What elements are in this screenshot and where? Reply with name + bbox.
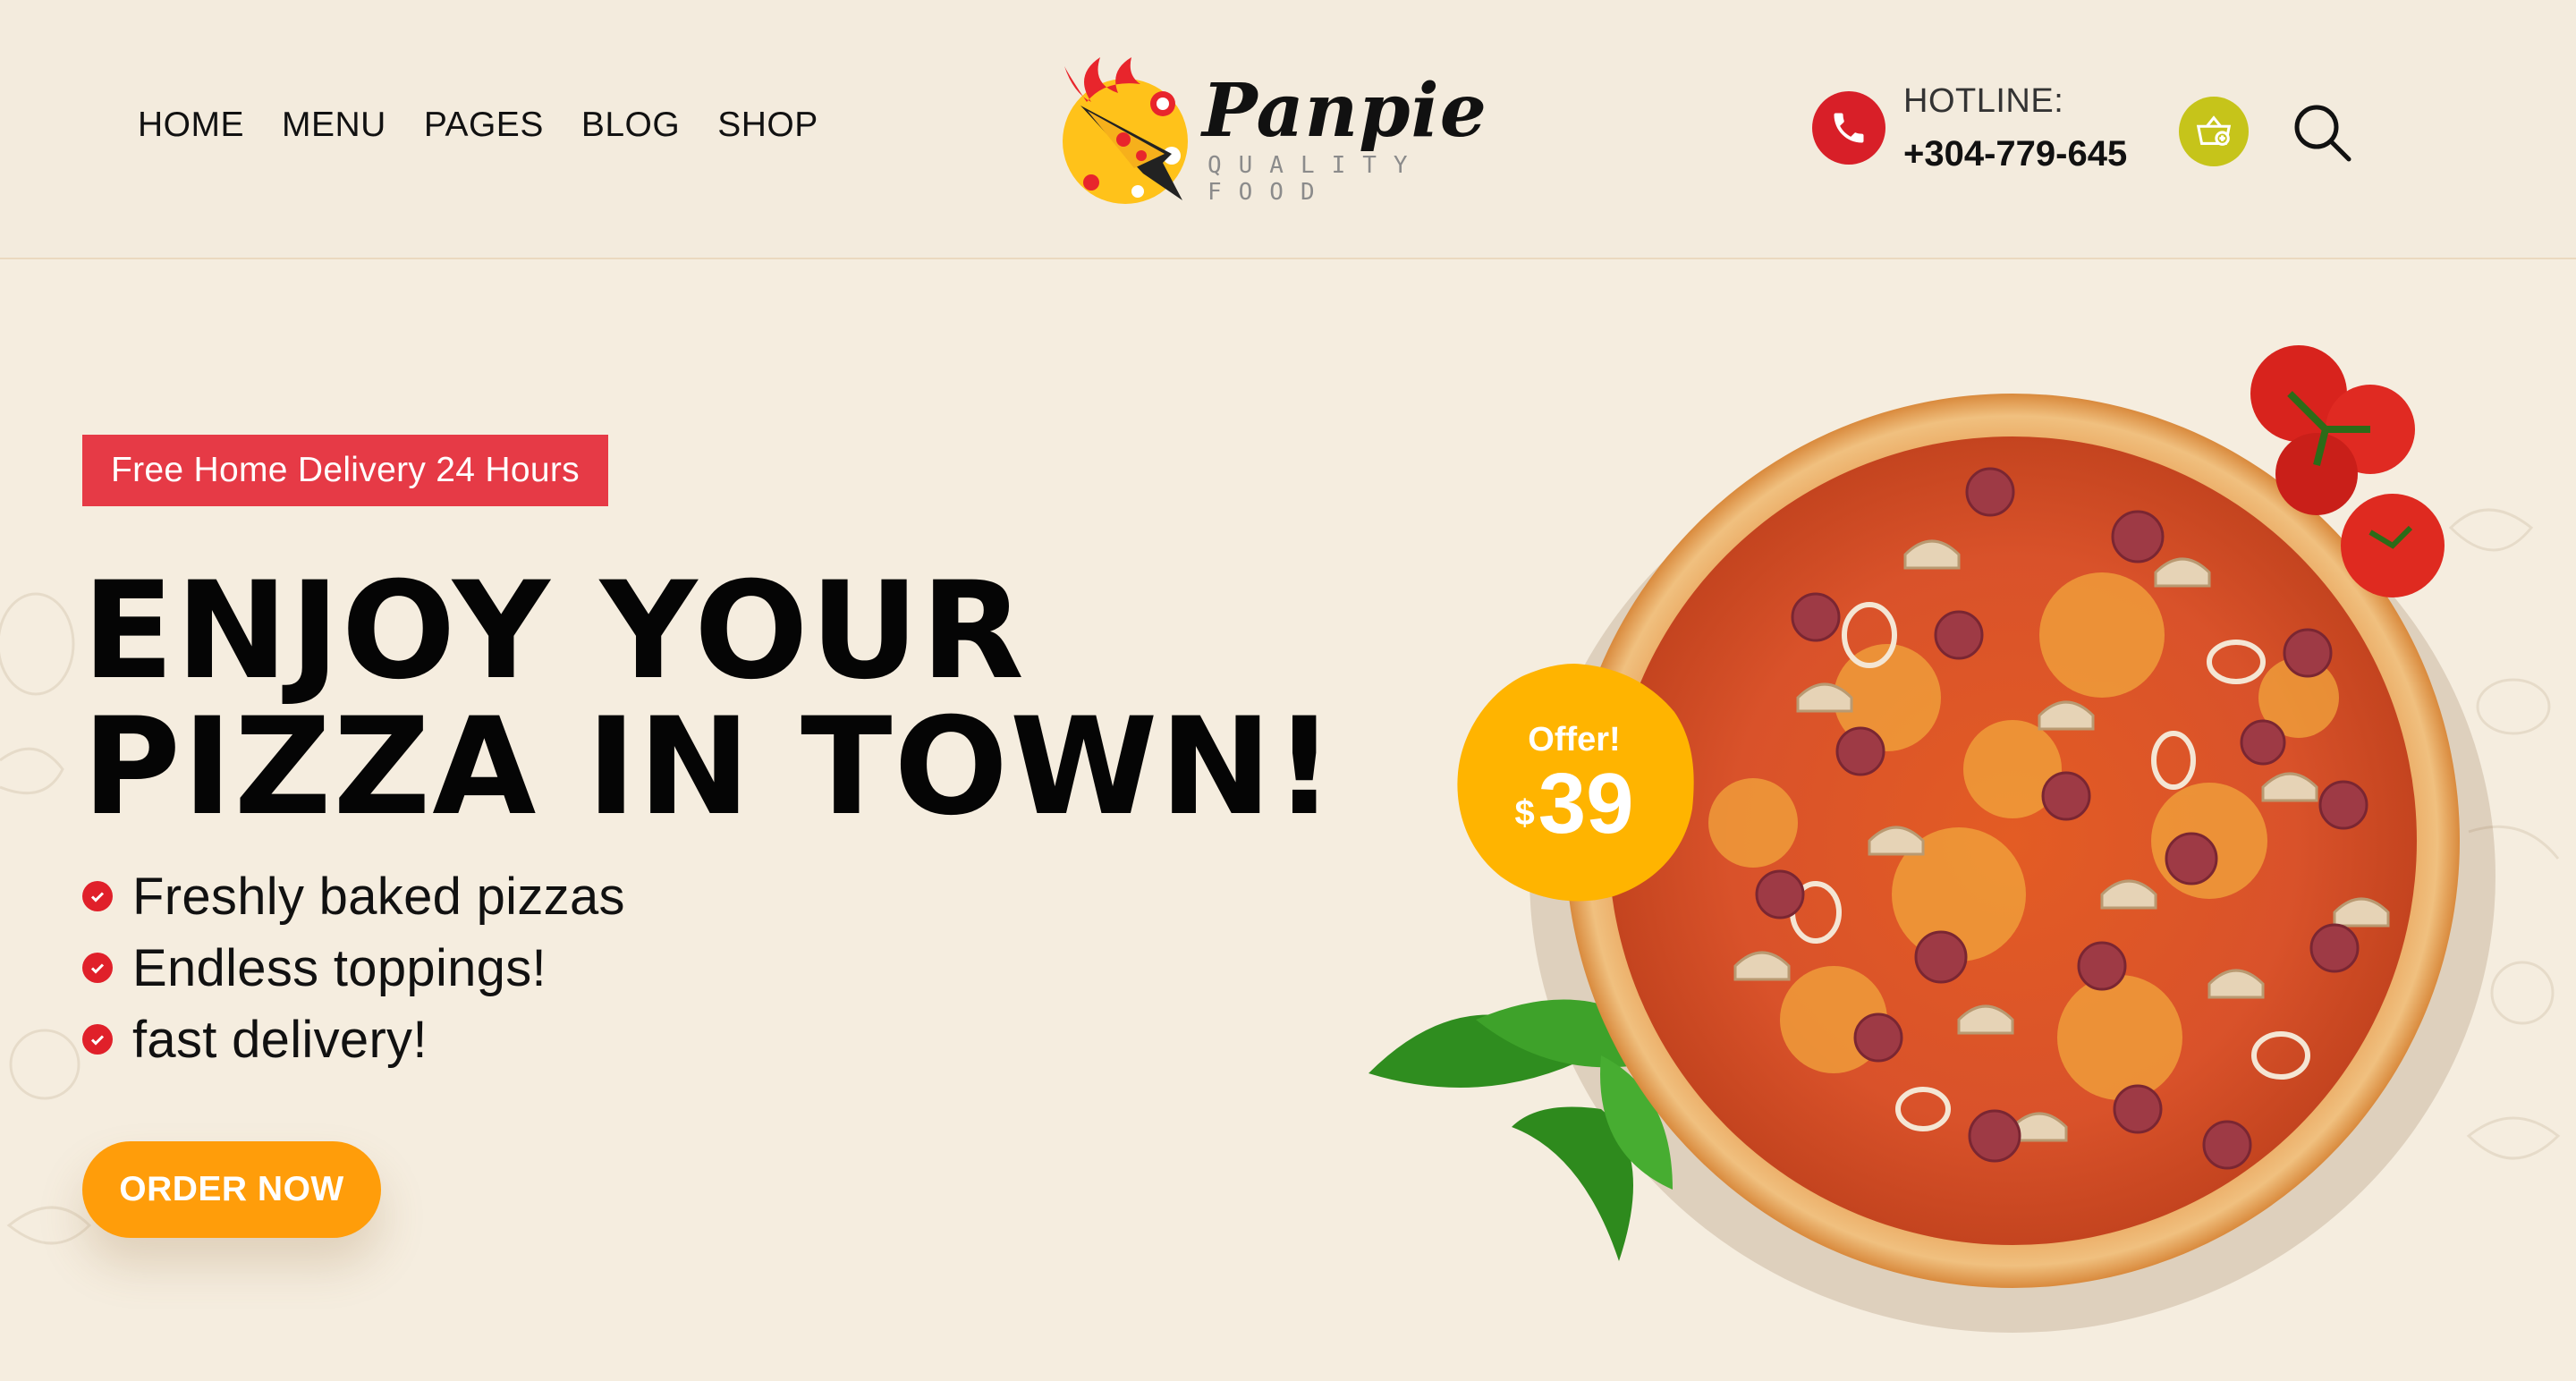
nav-home[interactable]: HOME [138,106,244,145]
headline-line-1: ENJOY YOUR [82,554,1026,709]
order-now-button[interactable]: ORDER NOW [82,1141,381,1238]
feature-text: fast delivery! [132,1010,428,1069]
check-icon [82,1024,113,1055]
offer-amount: 39 [1538,756,1634,851]
hotline-number[interactable]: +304-779-645 [1903,134,2127,174]
list-item: fast delivery! [82,1004,625,1075]
pizza-logo-icon [1063,57,1188,204]
list-item: Endless toppings! [82,932,625,1004]
headline-line-2: PIZZA IN TOWN! [82,690,1337,845]
check-icon [82,881,113,911]
feature-list: Freshly baked pizzas Endless toppings! f… [82,860,625,1075]
list-item: Freshly baked pizzas [82,860,625,932]
check-icon [82,953,113,983]
logo-tagline: QUALITY FOOD [1208,152,1425,206]
nav-menu[interactable]: MENU [282,106,386,145]
main-nav: HOME MENU PAGES BLOG SHOP [138,106,818,145]
offer-badge: Offer! $39 [1451,658,1698,905]
nav-blog[interactable]: BLOG [581,106,680,145]
site-header: HOME MENU PAGES BLOG SHOP Panpie QUALITY [0,0,2576,259]
nav-shop[interactable]: SHOP [717,106,818,145]
feature-text: Freshly baked pizzas [132,867,625,926]
nav-pages[interactable]: PAGES [424,106,544,145]
delivery-badge: Free Home Delivery 24 Hours [82,435,608,506]
search-icon[interactable] [2290,100,2354,165]
page: HOME MENU PAGES BLOG SHOP Panpie QUALITY [0,0,2576,1381]
hotline-label: HOTLINE: [1903,82,2064,120]
logo[interactable]: Panpie QUALITY FOOD [1038,48,1503,209]
feature-text: Endless toppings! [132,938,547,997]
offer-currency: $ [1514,793,1535,833]
basket-icon[interactable] [2179,97,2249,166]
hero-headline: ENJOY YOUR PIZZA IN TOWN! [82,563,1336,835]
logo-name: Panpie [1202,68,1487,154]
offer-label: Offer! [1528,721,1621,758]
phone-icon[interactable] [1812,91,1885,165]
offer-price: $39 [1451,755,1698,853]
